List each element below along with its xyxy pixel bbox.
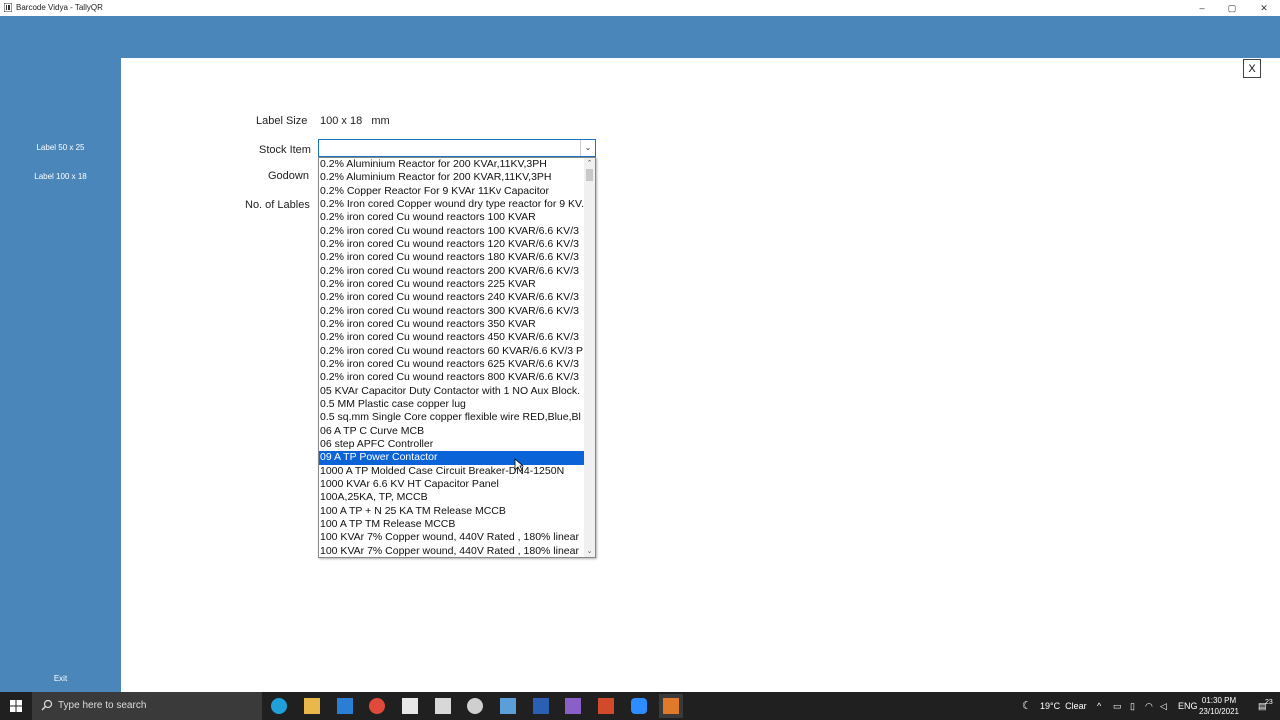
dropdown-option[interactable]: 100 A TP TM Release MCCB	[319, 518, 584, 531]
chrome-icon[interactable]	[369, 698, 385, 714]
remote-desktop-icon[interactable]	[500, 698, 516, 714]
volume-icon[interactable]: ◁	[1160, 692, 1167, 720]
dropdown-option[interactable]: 0.2% iron cored Cu wound reactors 200 KV…	[319, 265, 584, 278]
scroll-down-icon[interactable]: ⌄	[584, 546, 595, 557]
dropdown-option[interactable]: 100A,25KA, TP, MCCB	[319, 491, 584, 504]
sidebar-item-label-50x25[interactable]: Label 50 x 25	[0, 143, 121, 152]
dropdown-option[interactable]: 0.5 MM Plastic case copper lug	[319, 398, 584, 411]
taskbar-search[interactable]: Type here to search	[32, 692, 262, 720]
dropdown-option[interactable]: 0.2% iron cored Cu wound reactors 800 KV…	[319, 371, 584, 384]
dropdown-option[interactable]: 0.2% Iron cored Copper wound dry type re…	[319, 198, 584, 211]
dropdown-option[interactable]: 0.2% iron cored Cu wound reactors 60 KVA…	[319, 345, 584, 358]
header-band	[121, 16, 1280, 58]
label-size-label: Label Size	[256, 115, 308, 127]
clock-date: 23/10/2021	[1198, 707, 1240, 716]
dialog-close-button[interactable]: X	[1243, 59, 1261, 78]
moon-icon: ☾	[1022, 700, 1032, 712]
dropdown-option[interactable]: 05 KVAr Capacitor Duty Contactor with 1 …	[319, 385, 584, 398]
dropdown-option[interactable]: 0.2% Aluminium Reactor for 200 KVAr,11KV…	[319, 158, 584, 171]
minimize-button[interactable]: –	[1186, 0, 1218, 16]
tallyqr-app-icon[interactable]	[659, 694, 683, 718]
stock-item-combobox[interactable]: ⌄	[318, 139, 596, 157]
dropdown-option[interactable]: 1000 A TP Molded Case Circuit Breaker-DN…	[319, 465, 584, 478]
file-explorer-icon[interactable]	[304, 698, 320, 714]
dropdown-option[interactable]: 0.2% iron cored Cu wound reactors 350 KV…	[319, 318, 584, 331]
dropdown-option[interactable]: 0.2% Copper Reactor For 9 KVAr 11Kv Capa…	[319, 185, 584, 198]
maximize-button[interactable]: ▢	[1216, 0, 1248, 16]
dropdown-option[interactable]: 0.2% iron cored Cu wound reactors 450 KV…	[319, 331, 584, 344]
title-bar: Barcode Vidya - TallyQR – ▢ ✕	[0, 0, 1280, 16]
zoom-icon[interactable]	[631, 698, 647, 714]
word-icon[interactable]	[533, 698, 549, 714]
sidebar-item-label-100x18[interactable]: Label 100 x 18	[0, 172, 121, 181]
dropdown-option[interactable]: 0.2% iron cored Cu wound reactors 240 KV…	[319, 291, 584, 304]
dropdown-items: 0.2% Aluminium Reactor for 200 KVAr,11KV…	[319, 158, 584, 557]
notepad-icon[interactable]	[435, 698, 451, 714]
windows-icon	[10, 700, 22, 712]
start-button[interactable]	[0, 692, 32, 720]
stock-item-label: Stock Item	[259, 144, 311, 156]
dropdown-option[interactable]: 0.2% iron cored Cu wound reactors 120 KV…	[319, 238, 584, 251]
chevron-down-icon[interactable]: ⌄	[580, 140, 595, 156]
search-icon	[41, 699, 53, 711]
stock-item-dropdown-list[interactable]: 0.2% Aluminium Reactor for 200 KVAr,11KV…	[318, 157, 596, 558]
settings-icon[interactable]	[467, 698, 483, 714]
wifi-icon[interactable]: ◠	[1145, 692, 1153, 720]
scroll-up-icon[interactable]: ⌃	[584, 158, 595, 169]
pdf-icon[interactable]	[598, 698, 614, 714]
dropdown-option[interactable]: 06 A TP C Curve MCB	[319, 425, 584, 438]
mail-icon[interactable]	[337, 698, 353, 714]
dropdown-option[interactable]: 0.2% iron cored Cu wound reactors 300 KV…	[319, 305, 584, 318]
clock-time: 01:30 PM	[1201, 696, 1237, 705]
dropdown-option[interactable]: 0.2% iron cored Cu wound reactors 100 KV…	[319, 225, 584, 238]
label-size-value: 100 x 18 mm	[320, 115, 390, 127]
battery-icon[interactable]: ▯	[1130, 692, 1135, 720]
godown-label: Godown	[268, 170, 309, 182]
taskbar: Type here to search ☾ 19°C Clear ^ ▭ ▯ ◠…	[0, 692, 1280, 720]
sidebar-item-exit[interactable]: Exit	[0, 674, 121, 683]
edge-icon[interactable]	[271, 698, 287, 714]
weather-text[interactable]: 19°C Clear	[1040, 692, 1087, 720]
dropdown-option[interactable]: 0.2% iron cored Cu wound reactors 180 KV…	[319, 251, 584, 264]
dropdown-option[interactable]: 0.2% iron cored Cu wound reactors 625 KV…	[319, 358, 584, 371]
notification-count: 23	[1265, 699, 1273, 706]
dropdown-option[interactable]: 100 KVAr 7% Copper wound, 440V Rated , 1…	[319, 545, 584, 557]
scrollbar-thumb[interactable]	[586, 169, 593, 181]
visual-studio-icon[interactable]	[565, 698, 581, 714]
window-title: Barcode Vidya - TallyQR	[16, 3, 103, 12]
dropdown-option[interactable]: 1000 KVAr 6.6 KV HT Capacitor Panel	[319, 478, 584, 491]
network-icon[interactable]: ▭	[1113, 692, 1122, 720]
dropdown-option[interactable]: 0.2% iron cored Cu wound reactors 100 KV…	[319, 211, 584, 224]
dropdown-option[interactable]: 100 KVAr 7% Copper wound, 440V Rated , 1…	[319, 531, 584, 544]
app-icon	[4, 3, 12, 12]
close-window-button[interactable]: ✕	[1248, 0, 1280, 16]
dropdown-option[interactable]: 0.2% iron cored Cu wound reactors 225 KV…	[319, 278, 584, 291]
mouse-cursor-icon	[514, 458, 524, 472]
dropdown-scrollbar[interactable]: ⌃ ⌄	[584, 158, 595, 557]
store-icon[interactable]	[402, 698, 418, 714]
no-of-labels-label: No. of Lables	[245, 199, 310, 211]
chevron-up-icon[interactable]: ^	[1097, 692, 1101, 720]
search-placeholder: Type here to search	[58, 700, 147, 711]
dropdown-option[interactable]: 0.5 sq.mm Single Core copper flexible wi…	[319, 411, 584, 424]
clock[interactable]: 01:30 PM 23/10/2021	[1194, 695, 1244, 717]
dropdown-option[interactable]: 100 A TP + N 25 KA TM Release MCCB	[319, 505, 584, 518]
dropdown-option[interactable]: 06 step APFC Controller	[319, 438, 584, 451]
dropdown-option[interactable]: 0.2% Aluminium Reactor for 200 KVAR,11KV…	[319, 171, 584, 184]
dropdown-option[interactable]: 09 A TP Power Contactor	[319, 451, 584, 465]
sidebar: Label 50 x 25 Label 100 x 18 Exit	[0, 16, 121, 692]
